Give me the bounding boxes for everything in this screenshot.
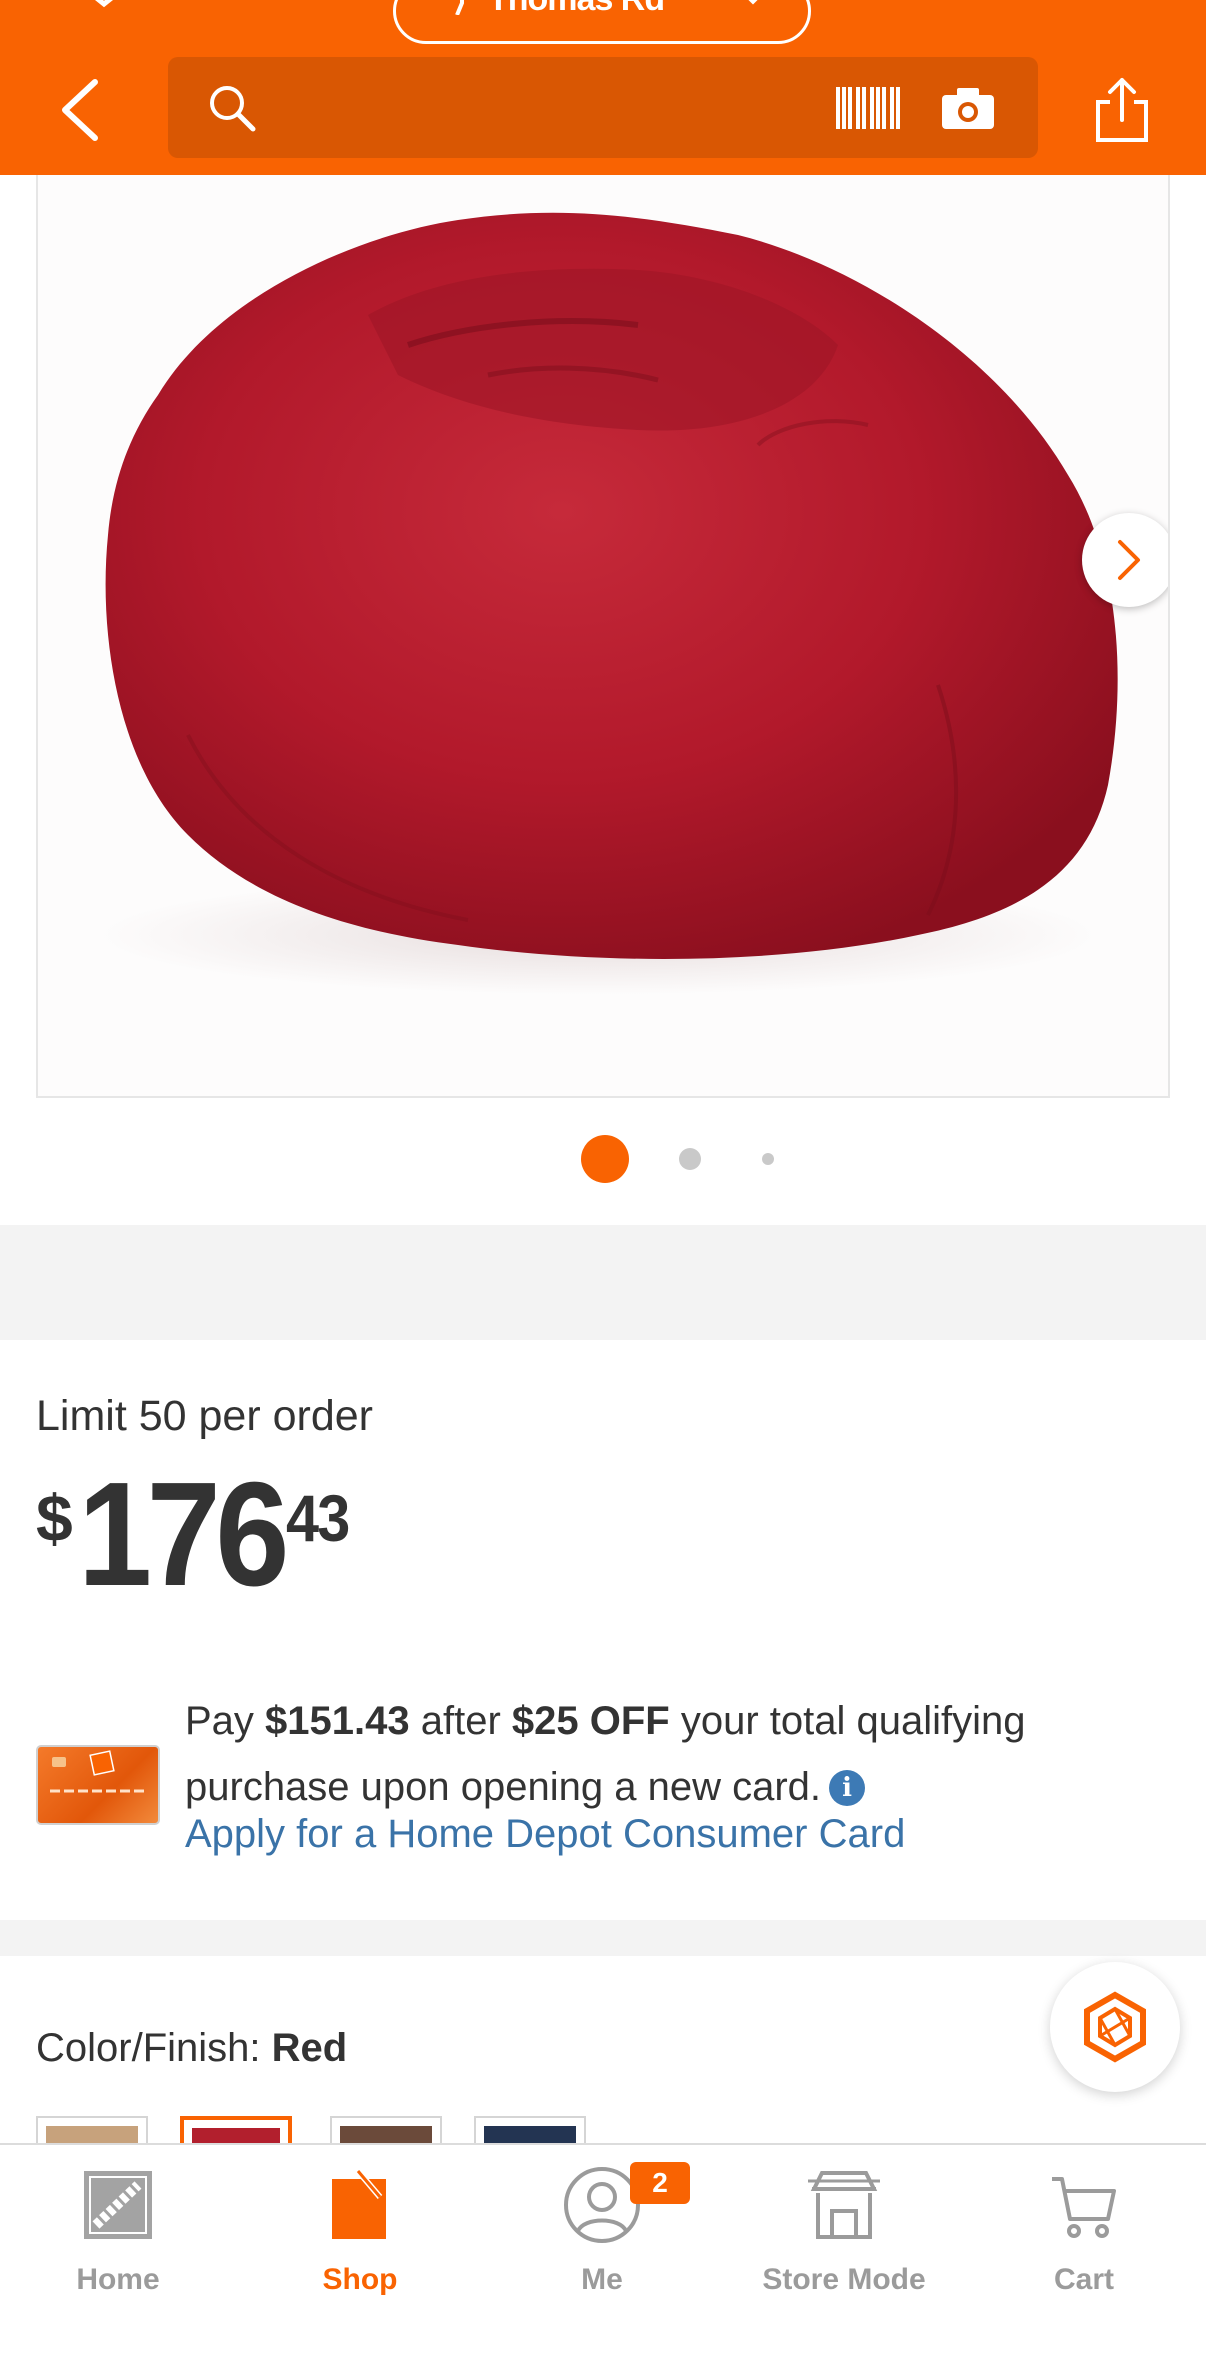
- tab-store-mode-label: Store Mode: [762, 2263, 926, 2296]
- tab-store-mode[interactable]: Store Mode: [744, 2145, 944, 2357]
- tab-me-label: Me: [581, 2263, 623, 2296]
- tab-home[interactable]: Home: [18, 2145, 218, 2357]
- offer-text-2: after: [409, 1699, 512, 1743]
- color-finish-label: Color/Finish: Red: [36, 2026, 347, 2071]
- apply-card-link[interactable]: Apply for a Home Depot Consumer Card: [185, 1812, 905, 1857]
- price-section: Limit 50 per order $ 176 43 Pay $151.43 …: [0, 1340, 1206, 1920]
- tab-cart-label: Cart: [1053, 2263, 1114, 2296]
- chat-assistant-button[interactable]: [1050, 1962, 1180, 2092]
- chevron-down-icon: [748, 0, 758, 5]
- credit-card-image: [36, 1745, 160, 1825]
- product-image-gallery[interactable]: [0, 175, 1206, 1225]
- camera-icon[interactable]: [940, 85, 996, 131]
- section-divider: [0, 1920, 1206, 1956]
- paint-bucket-icon: [332, 2169, 386, 2239]
- page-dot-active[interactable]: [581, 1135, 629, 1183]
- tab-home-label: Home: [76, 2263, 160, 2296]
- tab-cart[interactable]: Cart: [984, 2145, 1184, 2357]
- card-offer-text: Pay $151.43 after $25 OFF your total qua…: [185, 1688, 1185, 1820]
- store-name: Thomas Rd: [488, 0, 665, 17]
- cart-icon: [1052, 2177, 1116, 2238]
- offer-text-1: Pay: [185, 1699, 266, 1743]
- color-finish-prefix: Color/Finish:: [36, 2026, 272, 2070]
- offer-discount: $25 OFF: [511, 1699, 670, 1743]
- info-icon[interactable]: i: [829, 1770, 866, 1806]
- offer-amount: $151.43: [265, 1699, 410, 1743]
- share-icon[interactable]: [1092, 76, 1152, 144]
- home-depot-logo-icon: [84, 2171, 152, 2239]
- store-selector[interactable]: Thomas Rd: [393, 0, 811, 44]
- bean-bag-image: [98, 212, 1118, 995]
- search-bar[interactable]: [168, 57, 1038, 158]
- order-limit: Limit 50 per order: [36, 1392, 373, 1440]
- back-arrow-icon[interactable]: [55, 78, 105, 142]
- tab-shop-label: Shop: [322, 2263, 398, 2296]
- price-cents: 43: [286, 1481, 350, 1555]
- selected-color: Red: [271, 2026, 348, 2070]
- next-image-button[interactable]: [1082, 513, 1168, 607]
- hexagon-assistant-icon: [1084, 1991, 1146, 2063]
- price-dollars: 176: [78, 1452, 289, 1617]
- barcode-scan-icon[interactable]: [836, 85, 900, 131]
- image-pagination: [0, 1135, 1206, 1185]
- search-icon: [210, 86, 256, 132]
- bottom-tab-bar: Home Shop Me 2 Store Mode Cart: [0, 2143, 1206, 2357]
- product-image[interactable]: [36, 175, 1170, 1098]
- location-pin-icon: [455, 0, 464, 15]
- tab-shop[interactable]: Shop: [260, 2145, 460, 2357]
- store-icon: [808, 2171, 880, 2239]
- notification-badge: 2: [630, 2162, 690, 2204]
- chevron-right-icon: [1118, 540, 1140, 580]
- chevron-up-icon: [94, 0, 114, 8]
- section-divider: [0, 1225, 1206, 1340]
- page-dot[interactable]: [679, 1148, 701, 1170]
- price-currency: $: [36, 1481, 73, 1555]
- color-finish-section: Color/Finish: Red: [0, 1956, 1206, 2176]
- app-header: Thomas Rd: [0, 0, 1206, 175]
- page-dot[interactable]: [762, 1153, 774, 1165]
- search-input[interactable]: [268, 77, 868, 137]
